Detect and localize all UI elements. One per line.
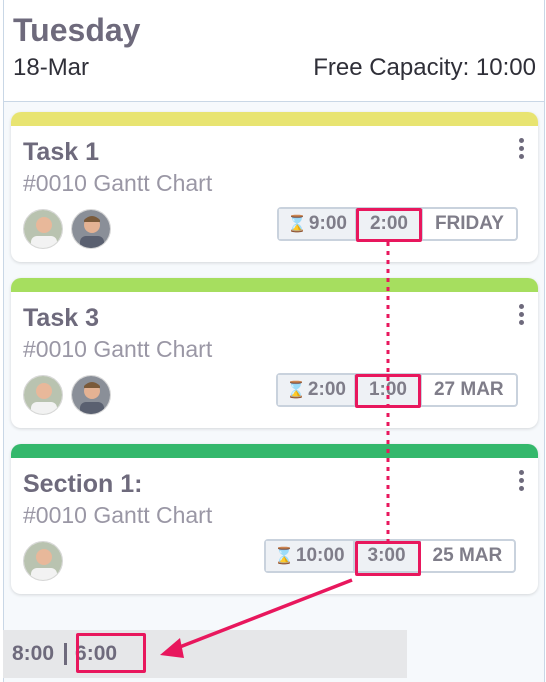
card-title: Task 1: [23, 138, 99, 166]
hourglass-icon: ⌛: [287, 216, 307, 233]
remaining-time: 6:00: [75, 642, 118, 665]
card-subtitle: #0010 Gantt Chart: [23, 502, 213, 528]
avatar[interactable]: [71, 375, 111, 415]
avatar[interactable]: [23, 375, 63, 415]
card-color-bar: [11, 444, 538, 458]
task-card[interactable]: Task 3 #0010 Gantt Chart ⌛ 2:00 1:00 27 M…: [11, 278, 538, 428]
avatar[interactable]: [71, 209, 111, 249]
estimate-value: 2:00: [307, 379, 346, 400]
total-time: 8:00: [12, 642, 55, 665]
footer-text: 8:00 6:00: [12, 642, 117, 666]
card-subtitle: #0010 Gantt Chart: [23, 170, 213, 196]
card-subtitle: #0010 Gantt Chart: [23, 336, 213, 362]
due-chip: 25 MAR: [418, 541, 515, 571]
estimate-chip: ⌛ 10:00: [266, 541, 355, 571]
free-capacity: Free Capacity: 10:00: [313, 54, 536, 81]
day-date: 18-Mar: [13, 54, 90, 81]
allocated-chip[interactable]: 3:00: [354, 541, 419, 571]
card-title: Section 1:: [23, 470, 143, 498]
due-chip: FRIDAY: [420, 209, 516, 239]
task-card[interactable]: Task 1 #0010 Gantt Chart ⌛ 9:00 2:00 FRID…: [11, 112, 538, 262]
estimate-value: 10:00: [295, 545, 345, 566]
estimate-chip: ⌛ 2:00: [278, 375, 356, 405]
estimate-chip: ⌛ 9:00: [279, 209, 357, 239]
day-title: Tuesday: [13, 12, 141, 48]
time-chips: ⌛ 9:00 2:00 FRIDAY: [277, 207, 518, 241]
estimate-value: 9:00: [308, 213, 347, 234]
time-chips: ⌛ 10:00 3:00 25 MAR: [264, 539, 517, 573]
task-card[interactable]: Section 1: #0010 Gantt Chart ⌛ 10:00 3:00…: [11, 444, 538, 594]
allocated-chip[interactable]: 2:00: [356, 209, 421, 239]
allocated-chip[interactable]: 1:00: [355, 375, 420, 405]
due-chip: 27 MAR: [419, 375, 516, 405]
hourglass-icon: ⌛: [274, 548, 294, 565]
capacity-footer: 8:00 6:00: [3, 630, 407, 678]
hourglass-icon: ⌛: [286, 382, 306, 399]
day-header: Tuesday 18-Mar Free Capacity: 10:00: [3, 0, 545, 102]
time-chips: ⌛ 2:00 1:00 27 MAR: [276, 373, 518, 407]
more-options-icon[interactable]: [518, 304, 524, 328]
avatar[interactable]: [23, 541, 63, 581]
card-color-bar: [11, 278, 538, 292]
card-color-bar: [11, 112, 538, 126]
more-options-icon[interactable]: [518, 138, 524, 162]
card-title: Task 3: [23, 304, 99, 332]
more-options-icon[interactable]: [518, 470, 524, 494]
avatar[interactable]: [23, 209, 63, 249]
footer-separator: [64, 643, 68, 666]
